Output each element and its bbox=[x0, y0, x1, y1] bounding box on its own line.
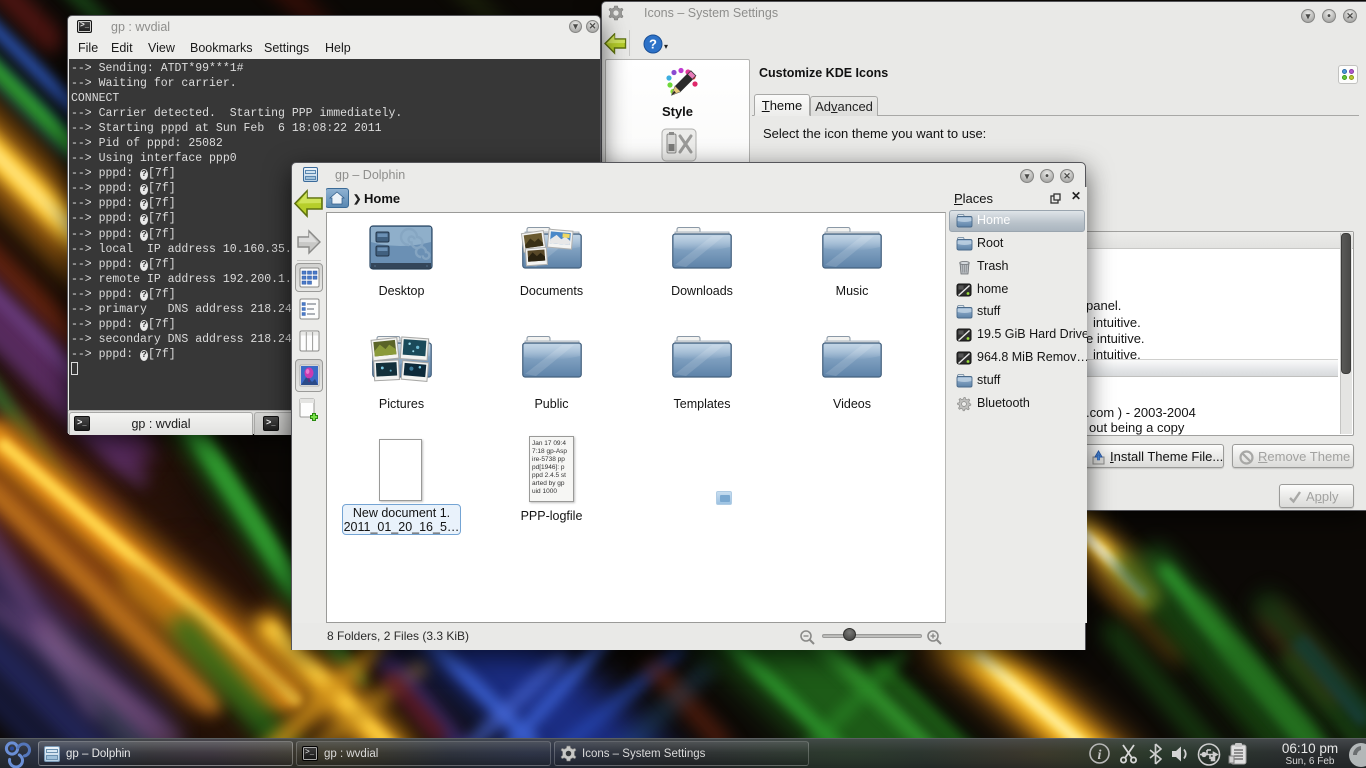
svg-text:?: ? bbox=[649, 37, 657, 52]
svg-text:i: i bbox=[1098, 748, 1102, 763]
